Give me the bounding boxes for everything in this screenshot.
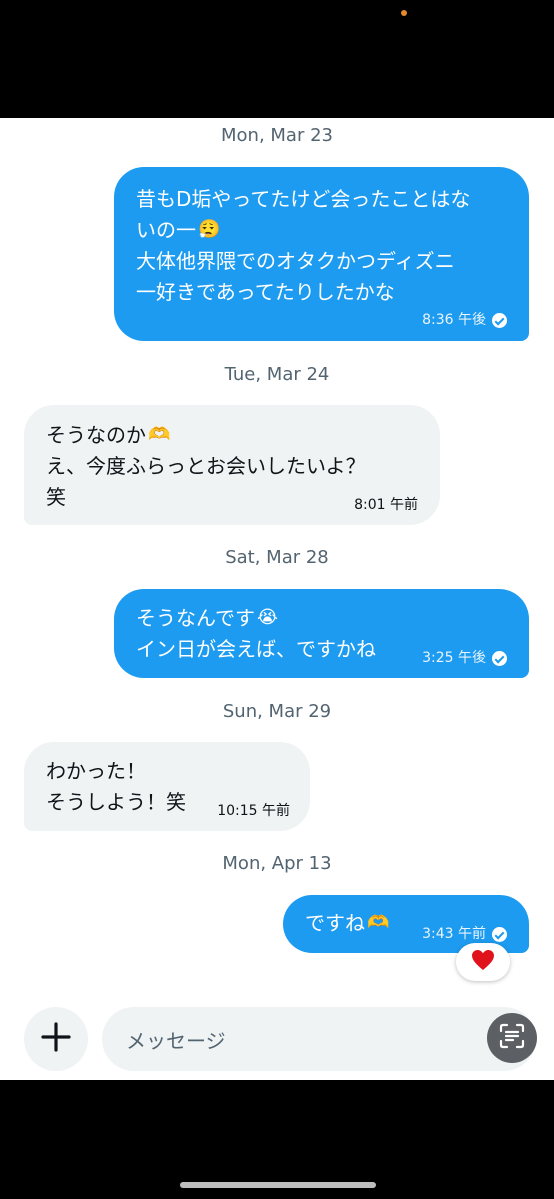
home-indicator[interactable] [180, 1182, 376, 1188]
add-attachment-button[interactable] [24, 1007, 88, 1071]
date-separator: Sat, Mar 28 [225, 547, 329, 568]
status-bar [0, 0, 554, 118]
date-separator: Sun, Mar 29 [222, 701, 332, 722]
sigh-emoji-icon: 😮‍💨 [198, 219, 221, 240]
heart-hands-emoji-icon: 🫶 [367, 912, 390, 933]
message-reaction[interactable] [456, 943, 510, 981]
message-meta: 3:25 午後 [422, 643, 507, 674]
message-meta: 8:01 午前 [354, 490, 418, 521]
sent-check-icon [492, 651, 507, 666]
message-text-line: わかった！ [46, 759, 146, 783]
message-input-placeholder: メッセージ [126, 1028, 226, 1053]
message-bubble-sent[interactable]: そうなんです 😭 イン日が会えば、ですかね 3:25 午後 [114, 589, 529, 678]
date-separator: Mon, Mar 23 [221, 125, 333, 146]
plus-icon [41, 1022, 71, 1056]
message-bubble-received[interactable]: そうなのか 🫶 え、今度ふらっとお会いしたいよ？ 笑 8:01 午前 [24, 405, 440, 525]
sent-check-icon [492, 927, 507, 942]
date-separator: Tue, Mar 24 [224, 364, 330, 385]
message-text-line: 昔もD垢やってたけど会ったことはな [136, 187, 471, 211]
message-text-line: いの一 [136, 218, 196, 242]
message-text-line: 大体他界隈でのオタクかつディズニ [136, 249, 455, 273]
message-bubble-received[interactable]: わかった！ そうしよう！笑 10:15 午前 [24, 742, 310, 831]
message-text-line: 一好きであってたりしたかな [136, 280, 395, 304]
message-bubble-sent[interactable]: 昔もD垢やってたけど会ったことはな いの一 😮‍💨 大体他界隈でのオタクかつディズ… [114, 167, 529, 341]
heart-hands-emoji-icon: 🫶 [148, 424, 171, 445]
message-text-line: そうなのか [46, 423, 146, 447]
text-scan-icon [498, 1022, 526, 1054]
message-text-line: え、今度ふらっとお会いしたいよ？ [46, 454, 366, 478]
message-timestamp: 10:15 午前 [217, 803, 290, 819]
message-meta: 10:15 午前 [217, 796, 290, 827]
camera-indicator [401, 10, 407, 16]
message-input[interactable]: メッセージ [102, 1007, 536, 1071]
crying-emoji-icon: 😭 [257, 607, 279, 628]
message-timestamp: 3:25 午後 [422, 650, 486, 666]
scan-text-button[interactable] [487, 1013, 537, 1063]
heart-icon [471, 949, 495, 975]
message-timestamp: 8:01 午前 [354, 497, 418, 513]
sent-check-icon [492, 313, 507, 328]
date-separator: Mon, Apr 13 [222, 853, 332, 874]
message-timestamp: 8:36 午後 [422, 312, 486, 328]
message-text-line: そうなんです [136, 606, 255, 630]
message-meta: 8:36 午後 [422, 305, 507, 336]
message-text-line: ですね [305, 911, 365, 935]
